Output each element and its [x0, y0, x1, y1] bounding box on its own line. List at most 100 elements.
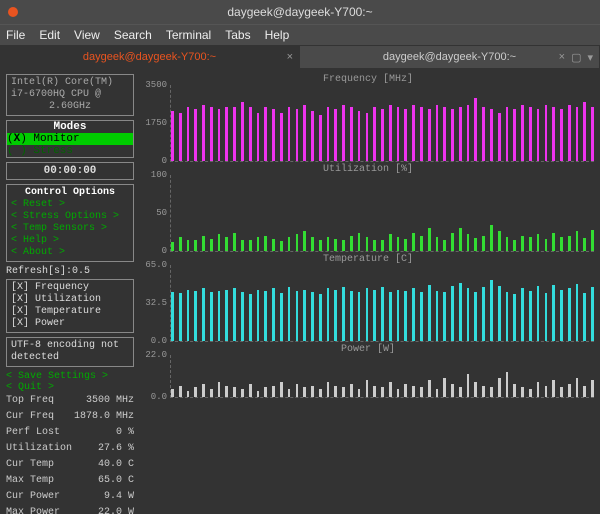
bar: [521, 236, 524, 251]
bar: [537, 286, 540, 341]
bar: [482, 386, 485, 397]
menu-edit[interactable]: Edit: [39, 28, 60, 42]
menu-search[interactable]: Search: [114, 28, 152, 42]
menu-view[interactable]: View: [74, 28, 100, 42]
bar: [568, 236, 571, 251]
menu-tabs[interactable]: Tabs: [225, 28, 250, 42]
bar: [327, 288, 330, 341]
bar: [280, 241, 283, 251]
bar: [451, 233, 454, 251]
bar: [241, 292, 244, 341]
opt-temp-sensors[interactable]: < Temp Sensors >: [11, 223, 129, 235]
opt-reset[interactable]: < Reset >: [11, 199, 129, 211]
bar: [404, 384, 407, 397]
toggle-frequency[interactable]: [X] Frequency: [11, 282, 129, 294]
bar: [552, 107, 555, 161]
bar: [443, 292, 446, 341]
bar: [583, 386, 586, 397]
bar: [218, 382, 221, 397]
bar: [545, 105, 548, 161]
bar: [272, 386, 275, 397]
opt-about[interactable]: < About >: [11, 247, 129, 259]
toggle-temperature[interactable]: [X] Temperature: [11, 306, 129, 318]
bar: [366, 288, 369, 341]
bar: [280, 293, 283, 341]
mode-monitor[interactable]: (X) Monitor: [7, 133, 133, 145]
bar: [194, 387, 197, 397]
mode-stress[interactable]: ( ) Stress: [7, 145, 73, 157]
bar: [443, 240, 446, 251]
tab-menu-icon[interactable]: ▾: [587, 51, 593, 64]
bar: [389, 234, 392, 251]
bar: [233, 233, 236, 251]
bar: [591, 380, 594, 397]
bar: [350, 291, 353, 341]
sidebar: Intel(R) Core(TM) i7-6700HQ CPU @ 2.60GH…: [6, 74, 134, 514]
bar: [257, 113, 260, 161]
bar: [474, 292, 477, 341]
close-tab-icon[interactable]: ×: [559, 51, 565, 64]
menu-terminal[interactable]: Terminal: [166, 28, 211, 42]
close-tab-icon[interactable]: ×: [287, 51, 293, 63]
bar: [241, 389, 244, 397]
bar: [552, 285, 555, 341]
bar: [451, 384, 454, 397]
terminal-tab-1[interactable]: daygeek@daygeek-Y700:~ ×: [0, 46, 300, 68]
bar: [397, 237, 400, 251]
close-icon[interactable]: [8, 7, 18, 17]
bar: [397, 389, 400, 397]
bar: [319, 115, 322, 161]
menu-file[interactable]: File: [6, 28, 25, 42]
bar: [296, 384, 299, 397]
bar: [521, 105, 524, 161]
bar: [249, 240, 252, 251]
bar: [560, 387, 563, 397]
bar: [506, 237, 509, 251]
bar: [296, 234, 299, 251]
action-quit[interactable]: < Quit >: [6, 382, 134, 393]
terminal-tab-2[interactable]: daygeek@daygeek-Y700:~ × ▢ ▾: [300, 46, 600, 68]
tab-label: daygeek@daygeek-Y700:~: [83, 51, 216, 63]
timer: 00:00:00: [6, 162, 134, 180]
bar: [218, 109, 221, 161]
bar: [428, 228, 431, 251]
bar: [327, 382, 330, 397]
action-save[interactable]: < Save Settings >: [6, 371, 134, 382]
chart-frequency: Frequency [MHz] 017503500: [142, 74, 594, 162]
bar: [342, 387, 345, 397]
bar: [568, 384, 571, 397]
bar: [420, 292, 423, 341]
bar: [459, 283, 462, 341]
bar: [218, 234, 221, 251]
opt-help[interactable]: < Help >: [11, 235, 129, 247]
bar: [225, 290, 228, 341]
bar: [545, 386, 548, 397]
bar: [552, 233, 555, 251]
bar: [288, 389, 291, 397]
opt-stress-options[interactable]: < Stress Options >: [11, 211, 129, 223]
bar: [171, 242, 174, 251]
bar: [576, 231, 579, 251]
bar: [303, 105, 306, 161]
bar: [366, 237, 369, 251]
bar: [264, 291, 267, 341]
bar: [202, 384, 205, 397]
bar: [404, 109, 407, 161]
bar: [225, 386, 228, 397]
toggle-power[interactable]: [X] Power: [11, 318, 129, 330]
tab-action-icon[interactable]: ▢: [571, 51, 581, 64]
bar: [482, 287, 485, 341]
bar: [334, 109, 337, 161]
bar: [241, 102, 244, 161]
bar: [373, 240, 376, 251]
bar: [513, 294, 516, 341]
toggle-utilization[interactable]: [X] Utilization: [11, 294, 129, 306]
bar: [381, 109, 384, 161]
bar: [288, 107, 291, 161]
bar: [443, 107, 446, 161]
bar: [280, 382, 283, 397]
menu-help[interactable]: Help: [265, 28, 290, 42]
bar: [350, 236, 353, 251]
bar: [576, 107, 579, 161]
bar: [412, 386, 415, 397]
